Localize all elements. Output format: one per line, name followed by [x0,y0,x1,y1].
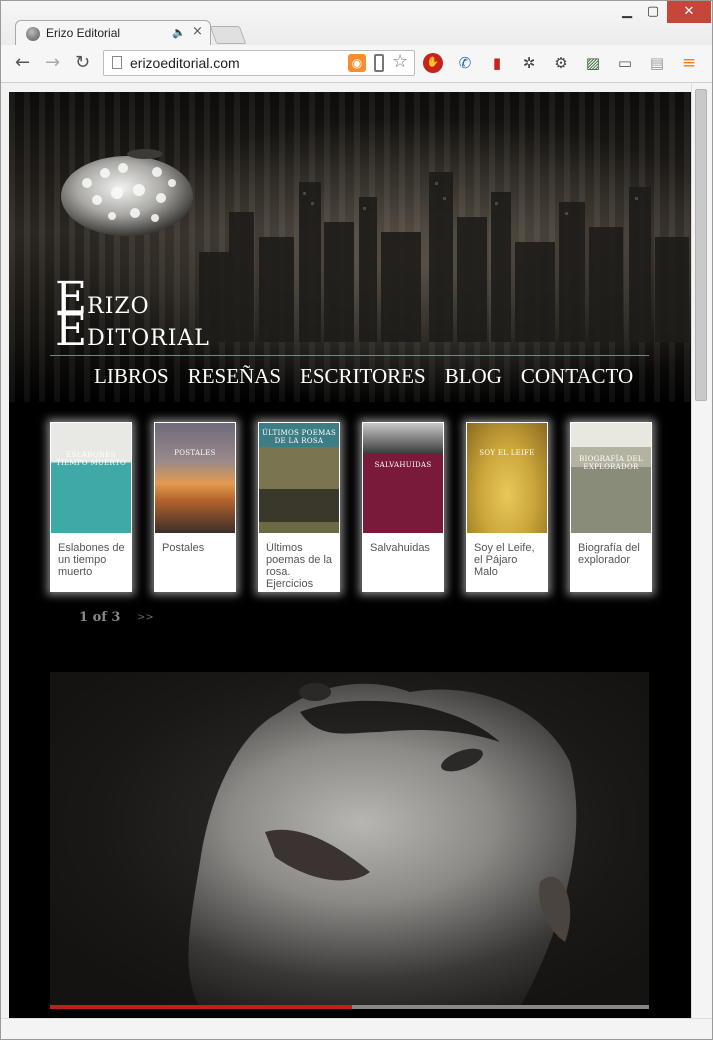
close-window-button[interactable]: ✕ [667,1,711,23]
status-strip [1,1018,712,1039]
maximize-button[interactable]: ▢ [641,1,665,23]
book-carousel: ESLABONES TIEMPO MUERTO Eslabones de un … [50,422,655,592]
hero-slideshow-image[interactable] [50,672,649,1008]
menu-icon[interactable]: ≡ [679,53,699,73]
logo-line-2: EDITORIAL [55,305,210,356]
book-title[interactable]: Salvahuidas [370,542,440,590]
book-card[interactable]: SALVAHUIDAS Salvahuidas [362,422,444,592]
header-divider [50,355,649,356]
book-cover[interactable]: SALVAHUIDAS [363,423,443,533]
phone-extension-icon[interactable]: ✆ [455,53,475,73]
sea-urchin-logo-image [61,149,193,236]
forward-arrow-icon[interactable]: → [45,52,60,73]
book-title[interactable]: Últimos poemas de la rosa. Ejercicios [266,542,336,590]
book-cover[interactable]: POSTALES [155,423,235,533]
page-icon [112,56,122,69]
tab-close-icon[interactable]: × [192,24,203,39]
nav-contacto[interactable]: CONTACTO [521,364,633,389]
bookmark-star-icon[interactable]: ☆ [392,51,408,72]
favicon-icon [26,27,40,41]
new-tab-button[interactable] [209,26,247,44]
main-nav: LIBROS RESEÑAS ESCRITORES BLOG CONTACTO [94,364,652,389]
tab-title: Erizo Editorial [46,26,121,40]
book-cover[interactable]: ESLABONES TIEMPO MUERTO [51,423,131,533]
rss-icon[interactable]: ◉ [348,54,366,72]
carousel-page-indicator: 1 of 3 [79,610,121,625]
cast-icon[interactable]: ▭ [615,53,635,73]
book-title[interactable]: Eslabones de un tiempo muerto [58,542,128,590]
book-card[interactable]: BIOGRAFÍA DEL EXPLORADOR Biografía del e… [570,422,652,592]
book-cover[interactable]: BIOGRAFÍA DEL EXPLORADOR [571,423,651,533]
carousel-next-link[interactable]: >> [137,612,154,623]
city-skyline-image [199,172,689,342]
book-card[interactable]: ÚLTIMOS POEMAS DE LA ROSA Últimos poemas… [258,422,340,592]
back-arrow-icon[interactable]: ← [15,52,30,73]
browser-window: Erizo Editorial 🔈 × ▁ ▢ ✕ ← → ↻ erizoedi… [0,0,713,1040]
reload-icon[interactable]: ↻ [75,52,90,73]
book-title[interactable]: Soy el Leife, el Pájaro Malo [474,542,544,590]
nav-libros[interactable]: LIBROS [94,364,169,389]
book-extension-icon[interactable]: ▮ [487,53,507,73]
address-bar[interactable]: erizoeditorial.com ◉ ☆ [103,50,415,76]
nav-blog[interactable]: BLOG [445,364,502,389]
book-card[interactable]: SOY EL LEIFE Soy el Leife, el Pájaro Mal… [466,422,548,592]
url-text[interactable]: erizoeditorial.com [130,55,240,71]
bug-extension-icon[interactable]: ✲ [519,53,539,73]
browser-tab[interactable]: Erizo Editorial 🔈 × [15,20,211,46]
browser-toolbar: ← → ↻ erizoeditorial.com ◉ ☆ ✋ ✆ ▮ ✲ ⚙ ▨… [1,45,712,83]
chart-extension-icon[interactable]: ▨ [583,53,603,73]
nav-escritores[interactable]: ESCRITORES [300,364,426,389]
audio-icon[interactable]: 🔈 [172,26,186,39]
book-title[interactable]: Biografía del explorador [578,542,648,590]
portrait-photo [50,672,649,1008]
tab-strip: Erizo Editorial 🔈 × ▁ ▢ ✕ [1,1,712,46]
site-logo[interactable]: ERIZO EDITORIAL [55,277,210,356]
book-card[interactable]: POSTALES Postales [154,422,236,592]
vertical-scrollbar[interactable] [691,83,712,1018]
slideshow-progress-fill [50,1005,353,1009]
book-card[interactable]: ESLABONES TIEMPO MUERTO Eslabones de un … [50,422,132,592]
nav-resenas[interactable]: RESEÑAS [188,364,281,389]
mobile-icon[interactable] [374,54,384,72]
scrollbar-thumb[interactable] [695,89,707,401]
adblock-icon[interactable]: ✋ [423,53,443,73]
document-extension-icon[interactable]: ▤ [647,53,667,73]
book-cover[interactable]: ÚLTIMOS POEMAS DE LA ROSA [259,423,339,533]
slideshow-progress-bar [50,1005,649,1009]
book-title[interactable]: Postales [162,542,232,590]
minimize-button[interactable]: ▁ [615,1,639,23]
book-cover[interactable]: SOY EL LEIFE [467,423,547,533]
gear-icon[interactable]: ⚙ [551,53,571,73]
page-viewport: ERIZO EDITORIAL LIBROS RESEÑAS ESCRITORE… [9,92,691,1018]
